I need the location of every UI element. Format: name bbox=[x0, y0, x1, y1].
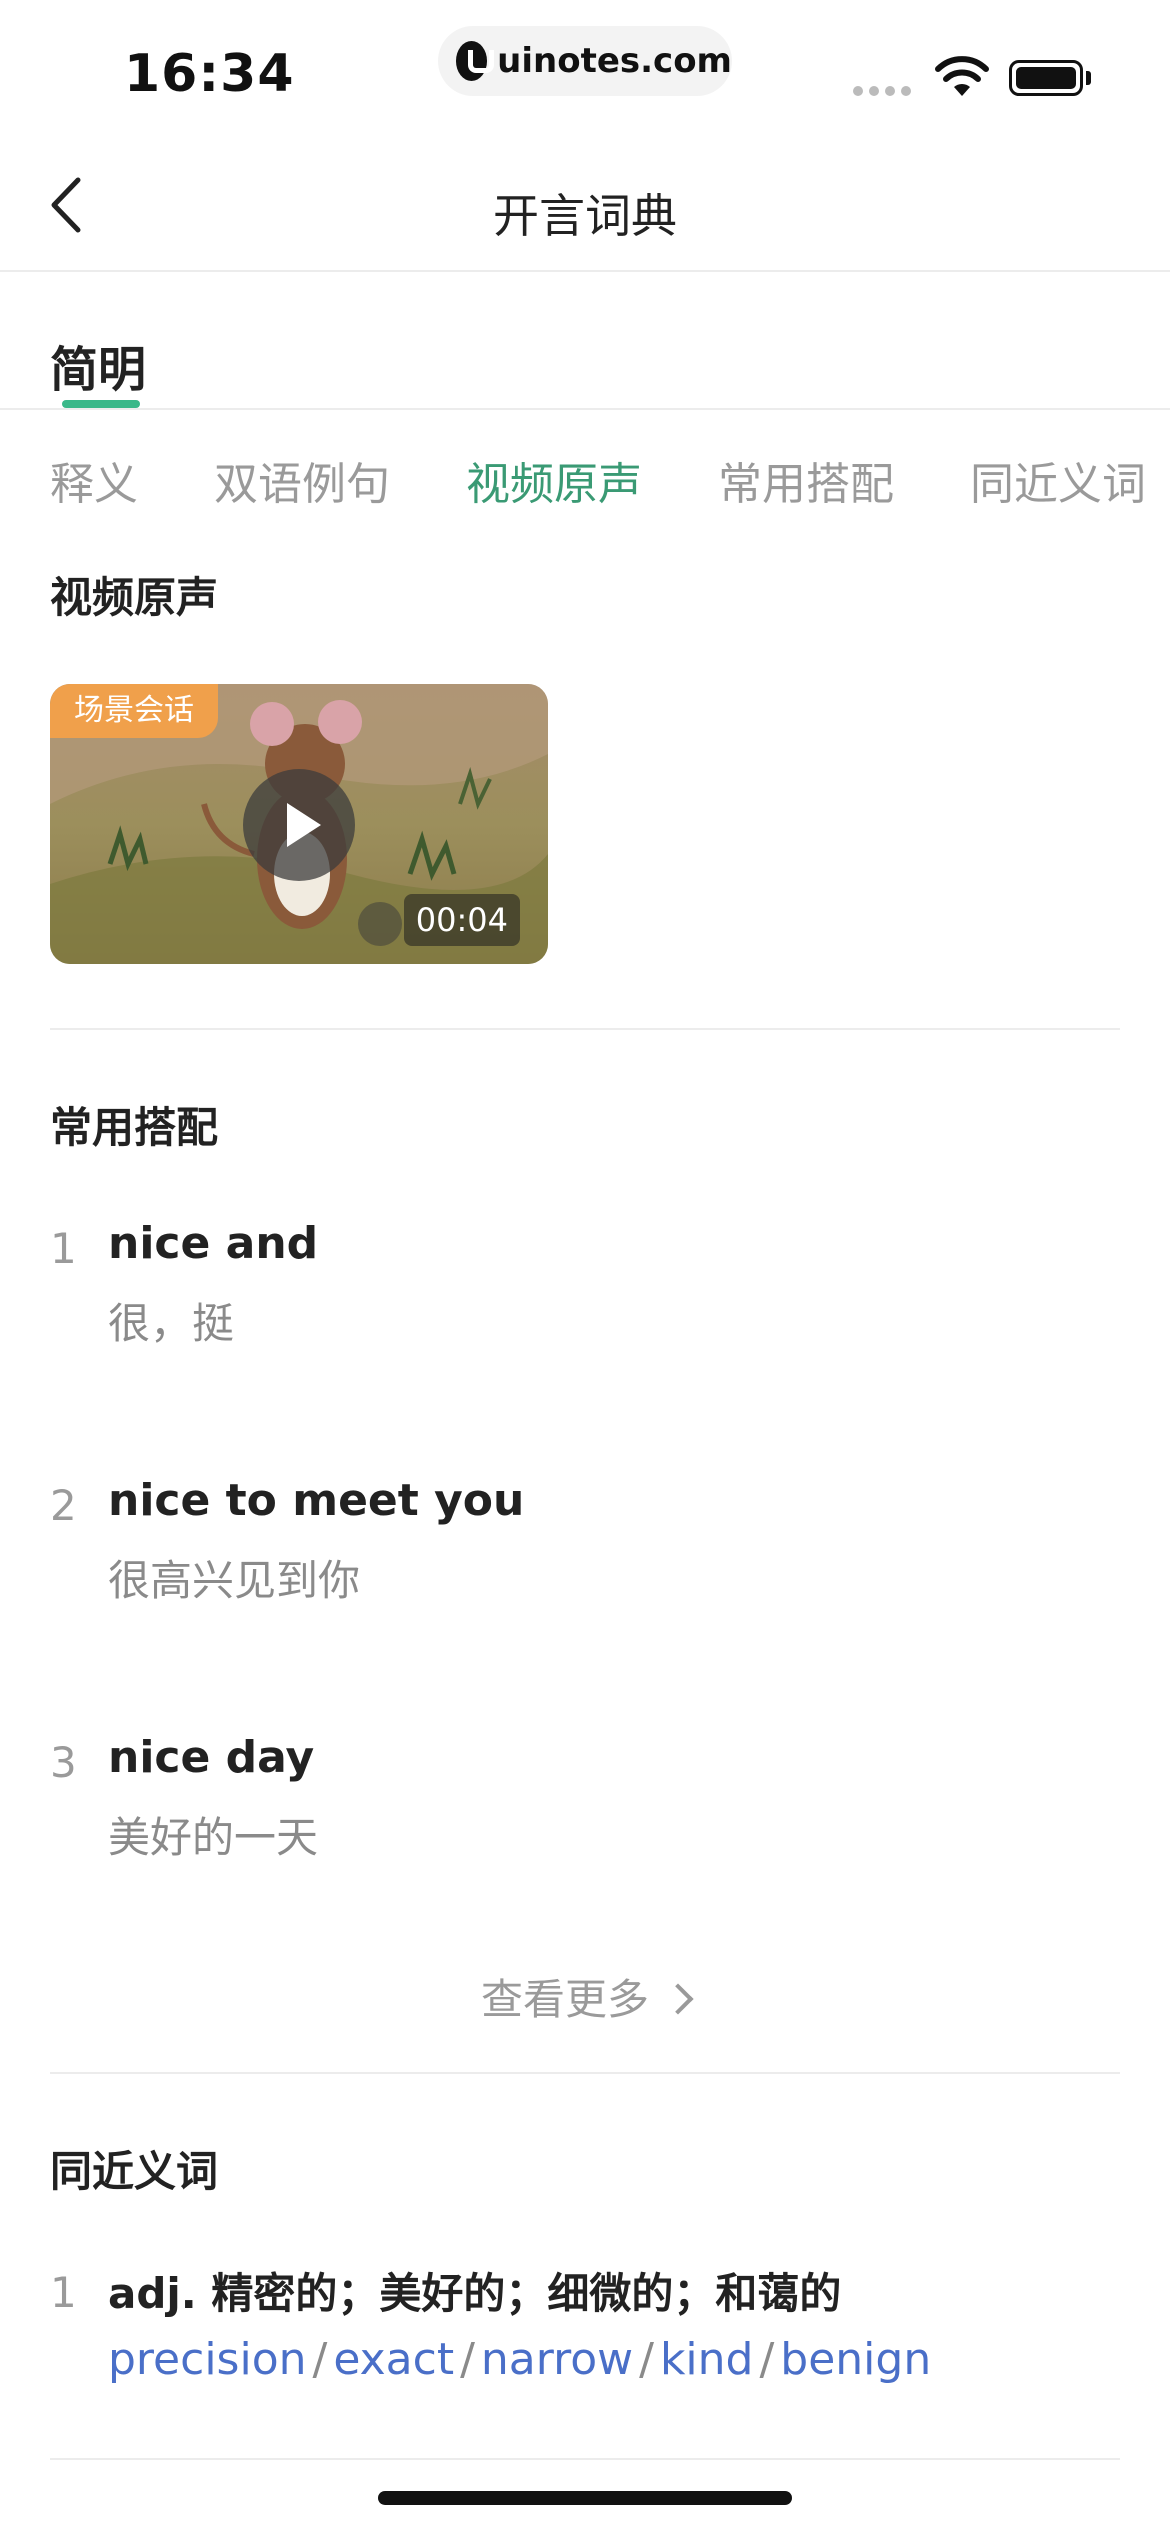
cellular-signal-icon bbox=[853, 86, 911, 96]
video-duration: 00:04 bbox=[403, 894, 520, 946]
section-divider bbox=[50, 2458, 1120, 2460]
synonyms-heading: 同近义词 bbox=[50, 2147, 219, 2196]
wifi-icon bbox=[935, 56, 989, 96]
synonym-link[interactable]: narrow bbox=[481, 2334, 633, 2385]
section-divider bbox=[50, 2072, 1120, 2074]
synonym-words: precision / exact / narrow / kind / benign bbox=[108, 2334, 932, 2385]
url-pill[interactable]: uinotes.com bbox=[438, 26, 732, 96]
video-thumbnail[interactable]: 场景会话 00:04 bbox=[50, 684, 548, 964]
tab-video-audio[interactable]: 视频原声 bbox=[466, 448, 642, 512]
video-badge: 场景会话 bbox=[50, 684, 218, 738]
synonym-link[interactable]: benign bbox=[780, 2334, 931, 2385]
url-text: uinotes.com bbox=[497, 41, 732, 81]
home-indicator[interactable] bbox=[378, 2491, 792, 2505]
collocation-chinese: 很，挺 bbox=[108, 1299, 235, 1348]
collocation-english: nice day bbox=[108, 1732, 315, 1783]
list-item-number: 2 bbox=[50, 1481, 77, 1530]
video-section-heading: 视频原声 bbox=[50, 573, 219, 622]
see-more-button[interactable]: 查看更多 bbox=[0, 1966, 1170, 2027]
section-tab-bar: 释义 双语例句 视频原声 常用搭配 同近义词 bbox=[50, 448, 1146, 512]
tab-simple[interactable]: 简明 bbox=[50, 330, 146, 400]
tab-active-indicator bbox=[62, 400, 140, 408]
collocations-heading: 常用搭配 bbox=[50, 1103, 219, 1152]
synonym-definition: adj. 精密的；美好的；细微的；和蔼的 bbox=[108, 2269, 842, 2318]
see-more-label: 查看更多 bbox=[480, 1975, 649, 2024]
tab-divider bbox=[0, 408, 1170, 410]
status-time: 16:34 bbox=[124, 44, 295, 104]
tab-collocations[interactable]: 常用搭配 bbox=[718, 448, 894, 512]
collocation-chinese: 美好的一天 bbox=[108, 1813, 319, 1862]
collocation-english: nice to meet you bbox=[108, 1475, 525, 1526]
section-divider bbox=[50, 1028, 1120, 1030]
collocation-chinese: 很高兴见到你 bbox=[108, 1556, 361, 1605]
status-bar: 16:34 uinotes.com bbox=[0, 0, 1170, 140]
list-item-number: 1 bbox=[50, 2268, 77, 2317]
list-item-number: 1 bbox=[50, 1224, 77, 1273]
synonym-link[interactable]: kind bbox=[660, 2334, 754, 2385]
play-icon[interactable] bbox=[243, 769, 355, 881]
synonym-link[interactable]: exact bbox=[333, 2334, 454, 2385]
tab-bilingual-examples[interactable]: 双语例句 bbox=[214, 448, 390, 512]
list-item-number: 3 bbox=[50, 1738, 77, 1787]
tab-synonyms[interactable]: 同近义词 bbox=[970, 448, 1146, 512]
synonym-link[interactable]: precision bbox=[108, 2334, 307, 2385]
nav-bar: 开言词典 bbox=[0, 140, 1170, 272]
collocation-english: nice and bbox=[108, 1218, 319, 1269]
battery-icon bbox=[1009, 60, 1083, 96]
tab-definitions[interactable]: 释义 bbox=[50, 448, 138, 512]
site-logo-icon bbox=[456, 41, 495, 81]
battery-tip bbox=[1086, 71, 1091, 85]
chevron-right-icon bbox=[662, 1983, 694, 2015]
page-title: 开言词典 bbox=[493, 189, 677, 243]
